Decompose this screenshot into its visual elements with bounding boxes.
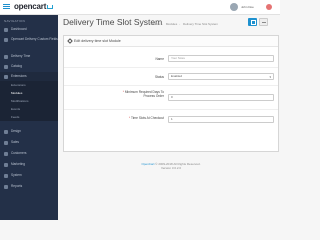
tag-icon: [4, 64, 8, 69]
user-icon: [4, 151, 8, 156]
sidebar-item-delivery-custom-fields[interactable]: Opencart Delivery Custom Fields: [0, 35, 58, 45]
dashboard-icon: [4, 27, 8, 32]
sidebar-subitem-feeds[interactable]: Feeds: [0, 113, 58, 121]
sidebar: NAVIGATION Dashboard Opencart Delivery C…: [0, 15, 58, 220]
page-title: Delivery Time Slot System: [63, 17, 163, 27]
sidebar-item-delivery-time[interactable]: Delivery Time: [0, 52, 58, 61]
panel-heading: Edit delivery time slot Module: [64, 36, 278, 47]
pencil-icon: [67, 38, 73, 44]
min-days-input[interactable]: 0: [168, 94, 274, 101]
sidebar-subitem-modifications[interactable]: Modifications: [0, 97, 58, 105]
status-label: Status: [154, 75, 164, 79]
form-row-name: Name Your Store: [64, 50, 278, 68]
user-name[interactable]: John Doe: [241, 5, 254, 9]
opencart-logo[interactable]: opencart: [14, 2, 54, 11]
edit-module-panel: Edit delivery time slot Module Name Your…: [63, 35, 279, 152]
name-label: Name: [155, 57, 164, 61]
footer: OpenCart © 2009-2018 All Rights Reserved…: [63, 162, 279, 170]
status-select[interactable]: Enabled ▾: [168, 73, 274, 80]
puzzle-icon: [4, 38, 8, 42]
breadcrumb-home[interactable]: Home: [152, 22, 160, 26]
desktop-icon: [4, 129, 8, 134]
name-input[interactable]: Your Store: [168, 55, 274, 62]
puzzle-icon: [4, 74, 8, 79]
sidebar-item-reports[interactable]: Reports: [0, 182, 58, 191]
breadcrumb: Home › Modules › Delivery Time Slot System: [152, 22, 219, 26]
save-button[interactable]: [248, 18, 257, 26]
sidebar-subitem-extensions[interactable]: Extensions: [0, 81, 58, 89]
user-avatar[interactable]: [230, 3, 238, 11]
form-row-status: Status Enabled ▾: [64, 68, 278, 86]
clock-icon: [4, 54, 8, 59]
form-row-time-slots: * Time Slots At Checkout 1: [64, 110, 278, 130]
sidebar-item-design[interactable]: Design: [0, 127, 58, 136]
gear-icon: [4, 173, 8, 178]
sidebar-item-sales[interactable]: Sales: [0, 138, 58, 147]
sidebar-item-catalog[interactable]: Catalog: [0, 62, 58, 71]
time-slots-input[interactable]: 1: [168, 116, 274, 123]
footer-version: Version 3.0.2.0: [160, 166, 181, 170]
sidebar-item-dashboard[interactable]: Dashboard: [0, 25, 58, 34]
sidebar-item-marketing[interactable]: Marketing: [0, 160, 58, 169]
top-header: opencart John Doe: [0, 0, 280, 15]
time-slots-label: * Time Slots At Checkout: [128, 116, 164, 120]
bar-chart-icon: [4, 184, 8, 189]
form-row-min-days: * Minimum Required Days To Process Order…: [64, 86, 278, 110]
share-icon: [4, 162, 8, 167]
cart-icon: [4, 140, 8, 145]
min-days-label: * Minimum Required Days To Process Order: [122, 90, 164, 98]
breadcrumb-modules[interactable]: Modules: [166, 22, 177, 26]
sidebar-item-system[interactable]: System: [0, 171, 58, 180]
logout-icon[interactable]: [266, 4, 272, 10]
back-button[interactable]: [259, 18, 268, 26]
sidebar-item-customers[interactable]: Customers: [0, 149, 58, 158]
breadcrumb-current[interactable]: Delivery Time Slot System: [183, 22, 218, 26]
sidebar-heading: NAVIGATION: [4, 19, 26, 23]
sidebar-subitem-modules[interactable]: Modules: [0, 89, 58, 97]
menu-toggle-icon[interactable]: [2, 3, 11, 12]
chevron-down-icon: ▾: [269, 75, 271, 79]
sidebar-subitem-events[interactable]: Events: [0, 105, 58, 113]
footer-brand-link[interactable]: OpenCart: [141, 162, 154, 166]
sidebar-item-extensions[interactable]: Extensions: [0, 72, 58, 81]
